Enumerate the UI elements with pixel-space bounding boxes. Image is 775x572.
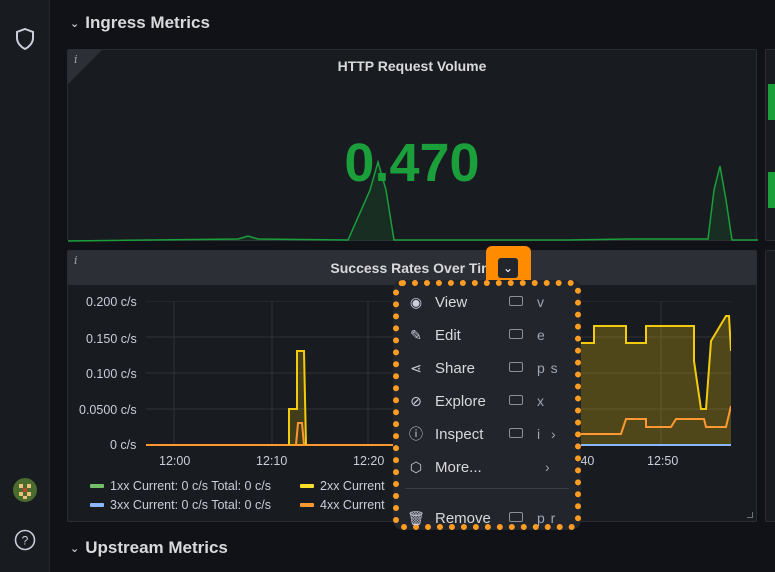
legend-swatch — [90, 484, 104, 488]
panel-context-menu: ◉ View v ✎ Edit e ⋖ Share p s ⊘ Explore x ⓘ Inspect i ›… — [393, 280, 581, 530]
menu-shortcut: i — [537, 426, 542, 442]
keyboard-icon — [509, 362, 523, 372]
x-tick: 12:20 — [353, 454, 385, 468]
menu-shortcut: x — [537, 393, 545, 409]
chevron-right-icon: › — [545, 459, 550, 475]
row-header-upstream[interactable]: ⌄ Upstream Metrics — [70, 538, 228, 558]
menu-shortcut: v — [537, 294, 545, 310]
edit-icon: ✎ — [410, 326, 422, 343]
menu-item-label: Edit — [435, 326, 461, 344]
row-title: Ingress Metrics — [85, 13, 210, 32]
info-circle-icon: ⓘ — [409, 426, 423, 442]
chevron-down-icon: ⌄ — [498, 258, 518, 278]
menu-item-label: Inspect — [435, 425, 484, 443]
menu-item-label: More... — [435, 458, 482, 476]
legend-item-1xx[interactable]: 1xx Current: 0 c/s Total: 0 c/s — [90, 479, 271, 493]
legend-item-4xx[interactable]: 4xx Current — [300, 498, 385, 512]
side-panel-bar — [768, 84, 775, 120]
chevron-right-icon: › — [551, 426, 556, 442]
legend-swatch — [300, 484, 314, 488]
menu-item-more[interactable]: ⬡ More... › — [405, 452, 569, 482]
legend-swatch — [300, 503, 314, 507]
menu-item-label: Explore — [435, 392, 486, 410]
menu-item-inspect[interactable]: ⓘ Inspect i › — [405, 419, 569, 449]
stat-value: 0.470 — [344, 133, 480, 193]
side-panel-bar — [768, 172, 775, 208]
legend-item-2xx[interactable]: 2xx Current — [300, 479, 385, 493]
resize-handle[interactable] — [747, 512, 753, 518]
menu-item-label: Remove — [435, 509, 491, 527]
menu-item-edit[interactable]: ✎ Edit e — [405, 320, 569, 350]
keyboard-icon — [509, 329, 523, 339]
legend-text: 1xx Current: 0 c/s Total: 0 c/s — [110, 479, 271, 493]
keyboard-icon — [509, 395, 523, 405]
chevron-down-icon: ⌄ — [70, 17, 80, 30]
menu-item-remove[interactable]: 🗑 Remove p r — [405, 503, 569, 533]
stat-panel[interactable]: i HTTP Request Volume 0.470 — [67, 49, 758, 242]
avatar[interactable] — [12, 477, 38, 503]
y-tick: 0.0500 c/s — [79, 403, 137, 417]
menu-shortcut: p s — [537, 360, 559, 376]
x-tick: 12:50 — [647, 454, 679, 468]
y-tick: 0.150 c/s — [86, 332, 137, 346]
keyboard-icon — [509, 296, 523, 306]
legend-swatch — [90, 503, 104, 507]
trash-icon: 🗑 — [407, 509, 425, 526]
keyboard-icon — [509, 428, 523, 438]
x-tick: 12:10 — [256, 454, 288, 468]
svg-text:?: ? — [22, 534, 29, 548]
chevron-down-icon: ⌄ — [70, 542, 80, 555]
menu-item-explore[interactable]: ⊘ Explore x — [405, 386, 569, 416]
cube-icon: ⬡ — [409, 458, 423, 475]
legend-text: 2xx Current — [320, 479, 385, 493]
shield-icon[interactable] — [12, 26, 38, 52]
compass-icon: ⊘ — [410, 392, 422, 409]
row-header-ingress[interactable]: ⌄ Ingress Metrics — [70, 13, 210, 33]
share-icon: ⋖ — [410, 359, 422, 376]
legend-text: 3xx Current: 0 c/s Total: 0 c/s — [110, 498, 271, 512]
y-tick: 0 c/s — [110, 438, 137, 452]
menu-divider — [405, 488, 569, 489]
eye-icon: ◉ — [409, 293, 423, 310]
side-panel — [765, 250, 775, 522]
side-panel — [765, 49, 775, 241]
row-title: Upstream Metrics — [85, 538, 228, 557]
menu-item-view[interactable]: ◉ View v — [405, 287, 569, 317]
y-tick: 0.100 c/s — [86, 367, 137, 381]
panel-title[interactable]: Success Rates Over Tim — [68, 260, 756, 276]
x-tick: 12:00 — [159, 454, 191, 468]
menu-shortcut: p r — [537, 510, 557, 526]
help-icon[interactable]: ? — [12, 527, 38, 553]
legend-text: 4xx Current — [320, 498, 385, 512]
menu-shortcut: e — [537, 327, 546, 343]
menu-item-label: Share — [435, 359, 476, 377]
legend-item-3xx[interactable]: 3xx Current: 0 c/s Total: 0 c/s — [90, 498, 271, 512]
keyboard-icon — [509, 512, 523, 522]
menu-item-share[interactable]: ⋖ Share p s — [405, 353, 569, 383]
sidebar: ? — [0, 0, 50, 572]
y-tick: 0.200 c/s — [86, 295, 137, 309]
menu-item-label: View — [435, 293, 468, 311]
